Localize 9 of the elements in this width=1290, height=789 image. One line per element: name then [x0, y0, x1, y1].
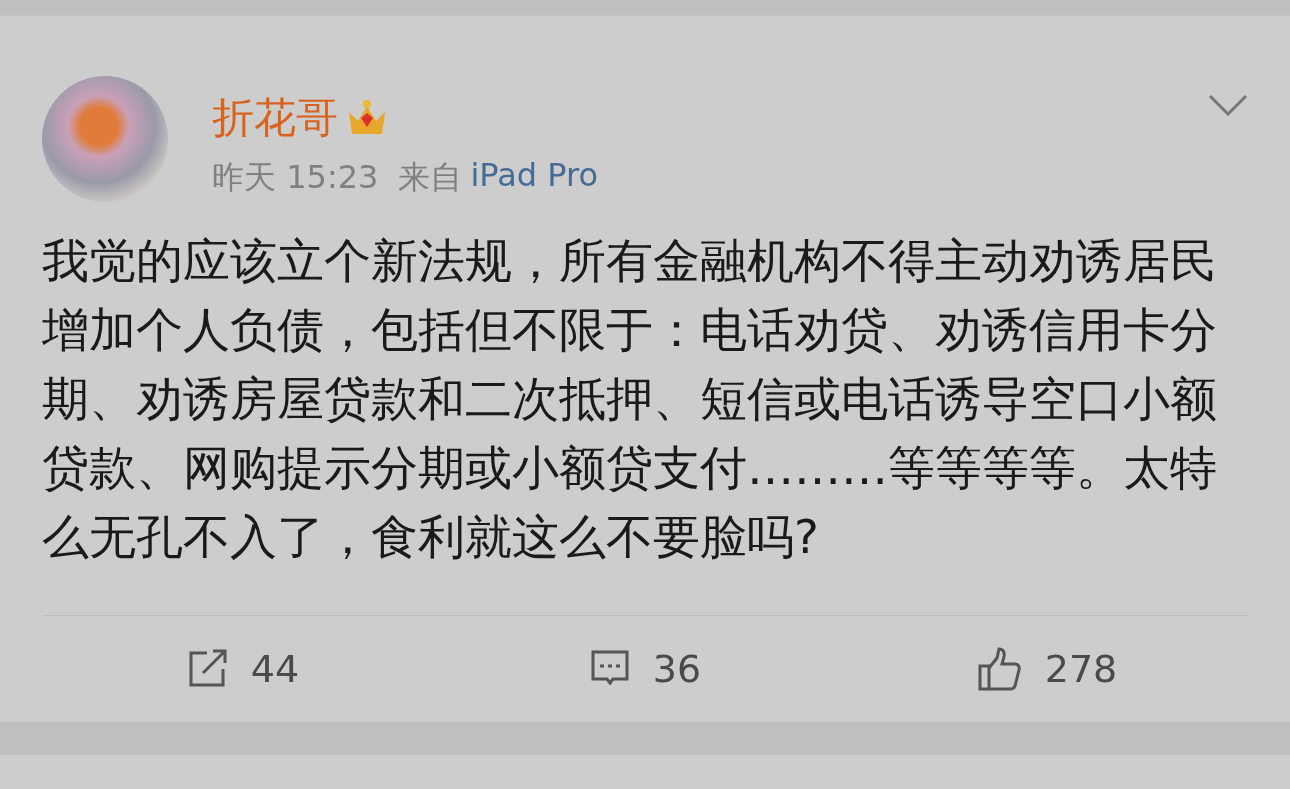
chevron-down-icon[interactable] — [1208, 94, 1248, 116]
post-text: 我觉的应该立个新法规，所有金融机构不得主动劝诱居民增加个人负债，包括但不限于：电话劝贷、劝诱信用卡分期、劝诱房屋贷款和二次抵押、短信或电话诱导空口小额贷款、网购提示分期或小额贷支付………等等等等。太特么无孔不入了，食利就这么不要脸吗? — [42, 232, 1218, 566]
post-time: 昨天 15:23 — [212, 157, 379, 198]
source-label: 来自 — [398, 157, 463, 198]
thumbs-up-icon — [976, 646, 1023, 692]
repost-button[interactable]: 44 — [42, 647, 444, 691]
comment-button[interactable]: 36 — [444, 647, 846, 691]
source-link[interactable]: iPad Pro — [470, 156, 598, 200]
like-button[interactable]: 278 — [846, 646, 1248, 692]
